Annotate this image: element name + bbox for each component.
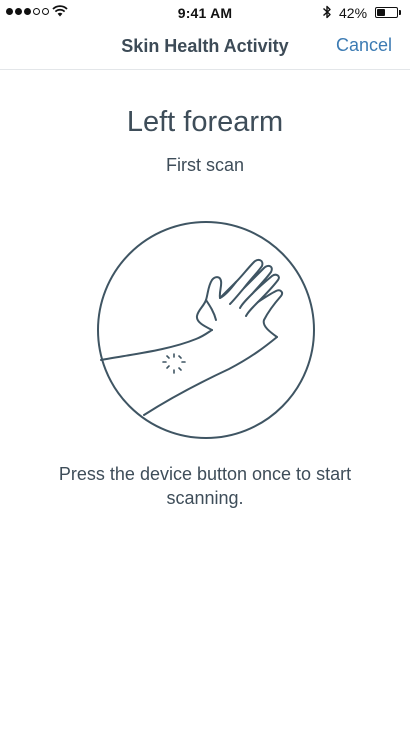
- thumb-crease: [205, 299, 217, 321]
- finger-line-3: [239, 293, 253, 309]
- battery-level-fill: [377, 9, 385, 16]
- illustration-circle: [97, 221, 315, 439]
- cancel-button[interactable]: Cancel: [336, 35, 392, 56]
- finger-line-4: [245, 301, 259, 317]
- forearm-scan-illustration: [97, 221, 315, 439]
- bluetooth-icon: [323, 5, 331, 19]
- battery-percent: 42%: [339, 5, 368, 21]
- location-title: Left forearm: [126, 106, 284, 138]
- scan-subtitle: First scan: [165, 155, 244, 175]
- forearm-top-edge: [100, 329, 213, 361]
- battery-icon: [375, 7, 398, 18]
- scan-spinner-icon: [162, 353, 186, 374]
- finger-line-2: [229, 287, 245, 305]
- navigation-bar: Skin Health Activity Cancel: [0, 26, 410, 70]
- hand-outline: [195, 258, 284, 338]
- battery-tip: [399, 10, 401, 15]
- instruction-text: Press the device button once to start sc…: [58, 464, 352, 508]
- status-bar: 9:41 AM 42%: [0, 0, 410, 26]
